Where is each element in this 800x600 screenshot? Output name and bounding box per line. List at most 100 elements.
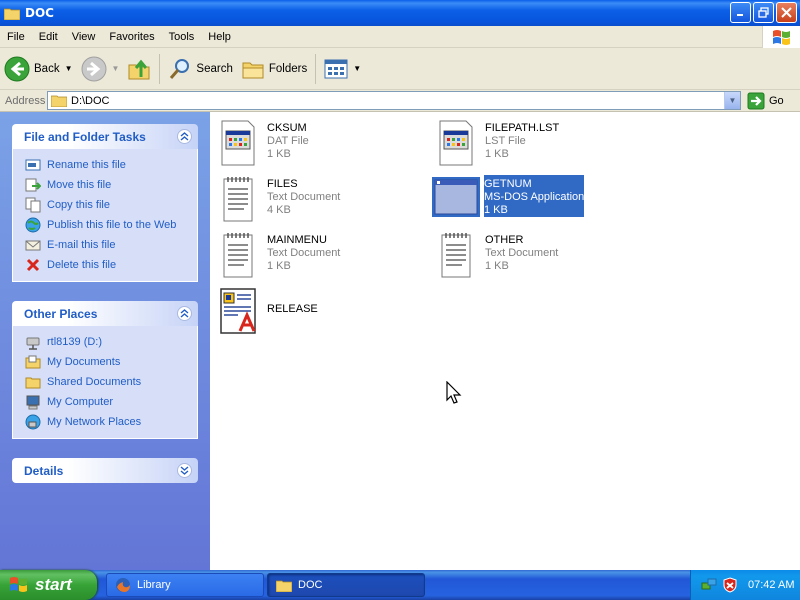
toolbar-separator — [315, 53, 317, 84]
publish-web-task[interactable]: Publish this file to the Web — [25, 215, 197, 235]
file-type: DAT File — [267, 135, 309, 147]
up-folder-icon — [128, 59, 150, 79]
file-item-other[interactable]: OTHER Text Document 1 KB — [436, 231, 636, 283]
move-file-task[interactable]: Move this file — [25, 175, 197, 195]
text-document-icon — [441, 233, 471, 278]
menu-file[interactable]: File — [0, 31, 32, 43]
up-folder-button[interactable] — [123, 51, 155, 87]
copy-file-task[interactable]: Copy this file — [25, 195, 197, 215]
file-size: 1 KB — [485, 148, 509, 160]
text-document-icon — [223, 177, 253, 222]
email-icon — [25, 237, 41, 253]
minimize-button[interactable] — [730, 2, 751, 23]
file-size: 1 KB — [485, 260, 509, 272]
chevron-down-icon[interactable]: ▼ — [353, 64, 361, 73]
close-icon — [781, 7, 792, 18]
file-size: 1 KB — [267, 260, 291, 272]
folder-icon — [51, 95, 67, 107]
panel-header[interactable]: Other Places — [12, 301, 198, 326]
file-size: 4 KB — [267, 204, 291, 216]
panel-header[interactable]: Details — [12, 458, 198, 483]
file-item-release[interactable]: RELEASE — [218, 287, 418, 339]
expand-icon[interactable] — [177, 463, 192, 478]
taskbar-item-library[interactable]: Library — [106, 573, 264, 597]
toolbar-separator — [159, 53, 161, 84]
file-name: CKSUM — [267, 122, 307, 134]
forward-button[interactable]: ▼ — [77, 51, 124, 87]
security-shield-icon[interactable] — [722, 577, 738, 593]
system-tray: 07:42 AM — [690, 570, 800, 600]
file-item-mainmenu[interactable]: MAINMENU Text Document 1 KB — [218, 231, 418, 283]
back-arrow-icon — [4, 56, 30, 81]
close-button[interactable] — [776, 2, 797, 23]
file-item-filepath-lst[interactable]: FILEPATH.LST LST File 1 KB — [436, 119, 636, 171]
toolbar: Back ▼ ▼ Search Folders ▼ — [0, 48, 800, 90]
network-icon[interactable] — [701, 577, 717, 593]
file-name: FILEPATH.LST — [485, 122, 560, 134]
taskbar: start Library DOC 07:42 AM — [0, 570, 800, 600]
views-button[interactable]: ▼ — [320, 51, 365, 87]
wordpad-document-icon — [220, 288, 256, 334]
folders-icon — [242, 62, 264, 78]
file-type: Text Document — [267, 247, 341, 259]
windows-flag-icon — [772, 30, 790, 45]
minimize-icon — [737, 14, 743, 16]
menu-help[interactable]: Help — [201, 31, 238, 43]
file-item-getnum[interactable]: GETNUM MS-DOS Application 1 KB — [432, 175, 632, 227]
network-drive-icon — [25, 334, 41, 350]
rename-icon — [25, 157, 41, 173]
file-type: MS-DOS Application — [484, 191, 585, 203]
address-dropdown-button[interactable]: ▼ — [724, 92, 740, 109]
folder-icon — [276, 580, 292, 592]
copy-icon — [25, 197, 41, 213]
place-my-computer[interactable]: My Computer — [25, 392, 197, 412]
views-icon — [324, 59, 348, 78]
file-list: CKSUM DAT File 1 KB FILEPATH.LST LST Fil… — [210, 112, 800, 570]
folder-icon — [4, 8, 20, 20]
taskbar-item-doc[interactable]: DOC — [267, 573, 425, 597]
my-computer-icon — [25, 394, 41, 410]
back-button[interactable]: Back ▼ — [0, 51, 77, 87]
menu-favorites[interactable]: Favorites — [102, 31, 161, 43]
address-bar: Address D:\DOC ▼ Go — [0, 90, 800, 112]
folders-button[interactable]: Folders — [237, 51, 311, 87]
collapse-icon[interactable] — [177, 306, 192, 321]
collapse-icon[interactable] — [177, 129, 192, 144]
file-type: LST File — [485, 135, 526, 147]
email-file-task[interactable]: E-mail this file — [25, 235, 197, 255]
restore-icon — [758, 7, 769, 18]
rename-file-task[interactable]: Rename this file — [25, 155, 197, 175]
title-bar[interactable]: DOC — [0, 0, 800, 26]
chevron-down-icon[interactable]: ▼ — [65, 64, 73, 73]
place-my-network-places[interactable]: My Network Places — [25, 412, 197, 432]
place-shared-documents[interactable]: Shared Documents — [25, 372, 197, 392]
menu-tools[interactable]: Tools — [162, 31, 202, 43]
delete-file-task[interactable]: Delete this file — [25, 255, 197, 275]
file-item-files[interactable]: FILES Text Document 4 KB — [218, 175, 418, 227]
file-name: OTHER — [485, 234, 524, 246]
address-label: Address — [5, 94, 46, 107]
panel-header[interactable]: File and Folder Tasks — [12, 124, 198, 149]
file-type: Text Document — [267, 191, 341, 203]
place-my-documents[interactable]: My Documents — [25, 352, 197, 372]
chevron-down-icon[interactable]: ▼ — [112, 64, 120, 73]
start-button[interactable]: start — [0, 570, 97, 600]
restore-button[interactable] — [753, 2, 774, 23]
file-item-cksum[interactable]: CKSUM DAT File 1 KB — [218, 119, 418, 171]
network-places-icon — [25, 414, 41, 430]
firefox-icon — [116, 578, 130, 592]
search-button[interactable]: Search — [164, 51, 236, 87]
details-panel: Details — [12, 458, 198, 483]
chevron-down-icon: ▼ — [728, 96, 737, 105]
clock[interactable]: 07:42 AM — [748, 579, 794, 591]
go-button[interactable]: Go — [747, 92, 784, 110]
dos-app-icon — [432, 177, 480, 217]
address-value: D:\DOC — [71, 94, 110, 107]
address-input[interactable]: D:\DOC ▼ — [47, 91, 741, 110]
file-name: FILES — [267, 178, 298, 190]
globe-icon — [25, 217, 41, 233]
file-name: MAINMENU — [267, 234, 327, 246]
place-drive-d[interactable]: rtl8139 (D:) — [25, 332, 197, 352]
menu-view[interactable]: View — [65, 31, 103, 43]
menu-edit[interactable]: Edit — [32, 31, 65, 43]
